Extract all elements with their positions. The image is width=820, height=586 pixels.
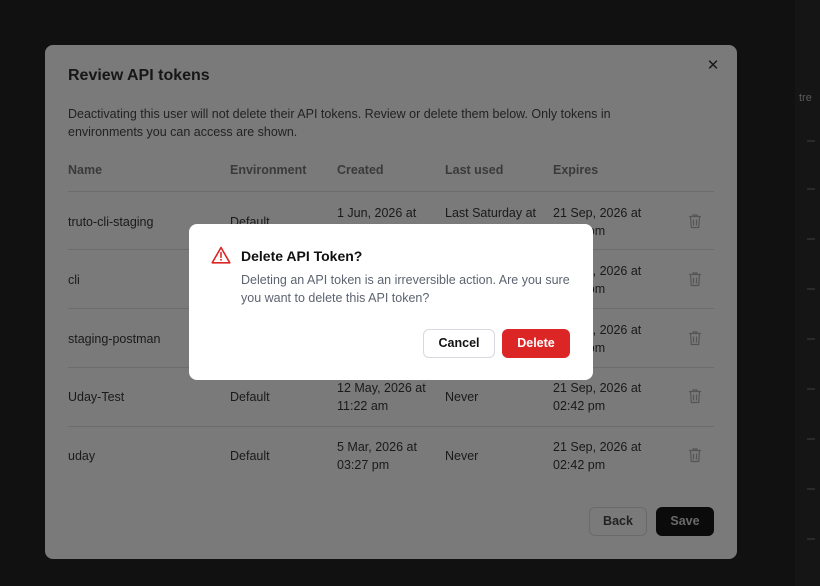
warning-triangle-icon bbox=[211, 246, 231, 264]
token-last-used: Never bbox=[445, 390, 479, 404]
cancel-button[interactable]: Cancel bbox=[423, 329, 495, 358]
token-name: staging-postman bbox=[68, 332, 161, 346]
background-page-edge: tre bbox=[795, 0, 820, 586]
token-name: uday bbox=[68, 449, 96, 463]
token-expires: 21 Sep, 2026 at 02:42 pm bbox=[553, 381, 642, 413]
token-name: Uday-Test bbox=[68, 390, 125, 404]
token-environment: Default bbox=[230, 390, 270, 404]
trash-icon[interactable] bbox=[688, 330, 702, 346]
review-dialog-title: Review API tokens bbox=[68, 67, 210, 84]
token-expires: 21 Sep, 2026 at 02:42 pm bbox=[553, 440, 642, 472]
confirm-dialog-title: Delete API Token? bbox=[241, 248, 363, 264]
trash-icon[interactable] bbox=[688, 271, 702, 287]
tokens-table-header: Name Environment Created Last used Expir… bbox=[68, 163, 714, 191]
token-name: cli bbox=[68, 273, 80, 287]
column-header-environment: Environment bbox=[230, 163, 307, 177]
token-created: 1 Jun, 2026 at bbox=[337, 206, 417, 220]
background-tick bbox=[807, 188, 815, 190]
back-button[interactable]: Back bbox=[589, 507, 647, 536]
token-created: 12 May, 2026 at 11:22 am bbox=[337, 381, 426, 413]
background-tick bbox=[807, 140, 815, 142]
background-tick bbox=[807, 488, 815, 490]
background-tick bbox=[807, 238, 815, 240]
column-header-name: Name bbox=[68, 163, 103, 177]
token-created: 5 Mar, 2026 at 03:27 pm bbox=[337, 440, 417, 472]
save-button[interactable]: Save bbox=[656, 507, 714, 536]
background-edge-text: tre bbox=[799, 92, 812, 104]
token-name: truto-cli-staging bbox=[68, 215, 154, 229]
token-environment: Default bbox=[230, 449, 270, 463]
background-tick bbox=[807, 538, 815, 540]
column-header-last-used: Last used bbox=[445, 163, 504, 177]
background-tick bbox=[807, 288, 815, 290]
trash-icon[interactable] bbox=[688, 388, 702, 404]
token-last-used: Never bbox=[445, 449, 479, 463]
trash-icon[interactable] bbox=[688, 447, 702, 463]
delete-token-confirm-dialog: Delete API Token? Deleting an API token … bbox=[189, 224, 593, 380]
review-dialog-description: Deactivating this user will not delete t… bbox=[68, 107, 611, 139]
background-tick bbox=[807, 388, 815, 390]
confirm-dialog-message: Deleting an API token is an irreversible… bbox=[241, 273, 570, 305]
trash-icon[interactable] bbox=[688, 213, 702, 229]
close-icon[interactable]: ✕ bbox=[705, 58, 721, 74]
background-tick bbox=[807, 438, 815, 440]
background-tick bbox=[807, 338, 815, 340]
token-last-used: Last Saturday at bbox=[445, 206, 537, 220]
delete-button[interactable]: Delete bbox=[502, 329, 570, 358]
table-row: uday Default 5 Mar, 2026 at 03:27 pm Nev… bbox=[68, 426, 714, 484]
column-header-created: Created bbox=[337, 163, 384, 177]
column-header-expires: Expires bbox=[553, 163, 599, 177]
